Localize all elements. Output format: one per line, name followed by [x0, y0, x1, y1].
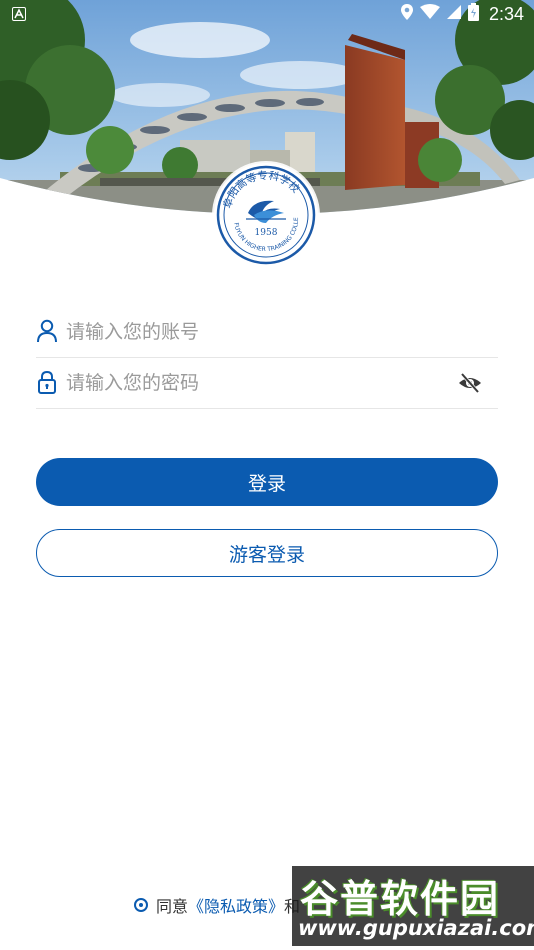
status-time: 2:34: [488, 4, 524, 24]
location-icon: [400, 3, 414, 26]
watermark-title: 谷普软件园: [300, 877, 501, 921]
lock-icon: [36, 370, 58, 394]
cellular-signal-icon: [446, 4, 462, 25]
app-notification-icon: [12, 6, 26, 26]
password-input[interactable]: [64, 366, 468, 400]
password-field: [36, 358, 498, 409]
college-logo: 阜阳高等专科学校 FUYUN HIGHER TRAINING COLLEGE 1…: [214, 163, 318, 267]
wifi-icon: [419, 4, 440, 25]
status-bar: 2:34: [0, 0, 534, 28]
agree-radio[interactable]: [134, 898, 148, 912]
login-button[interactable]: 登录: [36, 458, 498, 506]
user-icon: [36, 319, 58, 343]
logo-year: 1958: [255, 228, 278, 238]
password-visibility-toggle-icon[interactable]: [458, 371, 482, 395]
guest-login-button[interactable]: 游客登录: [36, 529, 498, 577]
privacy-agreement: 同意 《隐私政策》 和: [134, 893, 300, 917]
watermark: 谷普软件园 www.gupuxiazai.com: [292, 866, 534, 946]
agreement-prefix: 同意: [156, 897, 189, 916]
account-input[interactable]: [64, 315, 468, 349]
account-field: [36, 307, 498, 358]
privacy-policy-link[interactable]: 《隐私政策》: [188, 893, 284, 917]
battery-icon: [467, 3, 479, 26]
watermark-url: www.gupuxiazai.com: [298, 916, 534, 940]
